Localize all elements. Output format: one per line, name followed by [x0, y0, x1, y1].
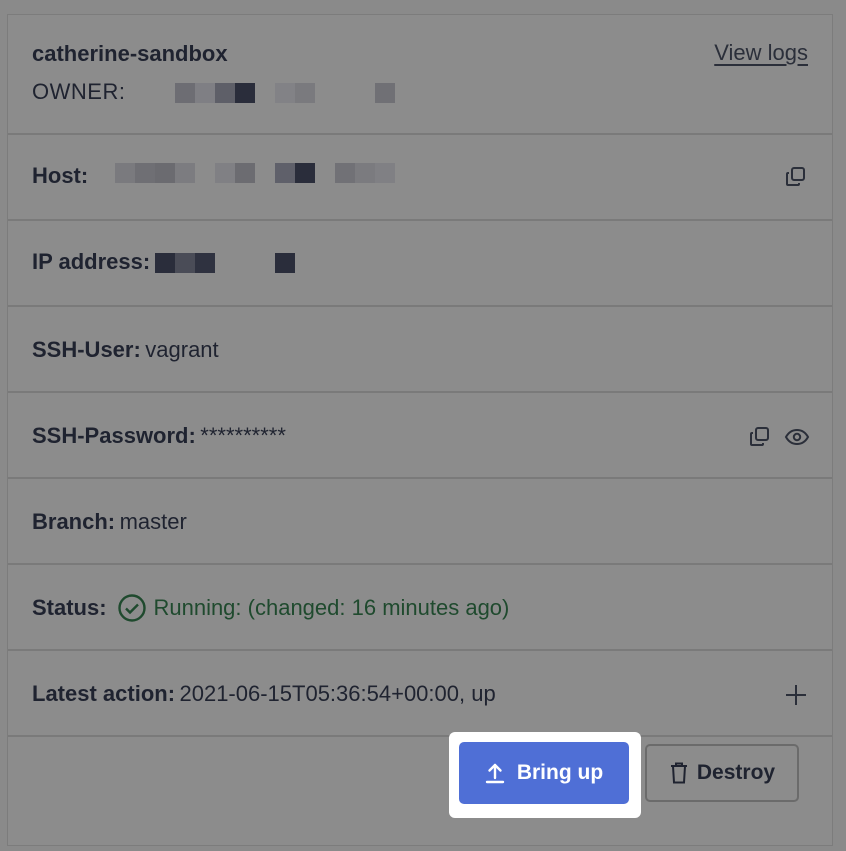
ip-row: IP address:: [8, 219, 832, 305]
sandbox-card: catherine-sandbox OWNER: View logs Host:: [7, 14, 833, 846]
status-value: Running: (changed: 16 minutes ago): [153, 595, 510, 620]
latest-action-label: Latest action:: [32, 681, 176, 706]
trash-icon: [670, 762, 687, 784]
ssh-user-label: SSH-User:: [32, 337, 141, 362]
ip-label: IP address:: [32, 249, 151, 274]
owner-field: OWNER:: [32, 79, 395, 105]
branch-row: Branch: master: [8, 477, 832, 563]
copy-icon: [750, 427, 769, 446]
ssh-password-value: **********: [200, 423, 286, 448]
destroy-label: Destroy: [696, 761, 776, 784]
host-row: Host:: [8, 133, 832, 219]
host-label: Host:: [32, 163, 89, 188]
bring-up-highlight: Bring up: [449, 732, 641, 818]
reveal-password-button[interactable]: [784, 425, 810, 451]
check-circle-icon: [118, 594, 146, 622]
ssh-password-row: SSH-Password: **********: [8, 391, 832, 477]
copy-icon: [786, 167, 805, 186]
owner-label: OWNER:: [32, 79, 126, 104]
latest-action-value: 2021-06-15T05:36:54+00:00, up: [179, 681, 496, 706]
upload-icon: [485, 763, 505, 784]
branch-label: Branch:: [32, 509, 116, 534]
bring-up-label: Bring up: [516, 761, 604, 784]
ssh-password-label: SSH-Password:: [32, 423, 196, 448]
status-row: Status: Running: (changed: 16 minutes ag…: [8, 563, 832, 649]
ssh-user-row: SSH-User: vagrant: [8, 305, 832, 391]
branch-value: master: [119, 509, 187, 534]
latest-action-row: Latest action: 2021-06-15T05:36:54+00:00…: [8, 649, 832, 735]
plus-icon: [786, 685, 806, 705]
destroy-button[interactable]: Destroy: [645, 744, 799, 802]
copy-host-button[interactable]: [784, 165, 810, 191]
copy-password-button[interactable]: [748, 425, 774, 451]
view-logs-link[interactable]: View logs: [714, 40, 808, 66]
status-label: Status:: [32, 595, 107, 620]
card-header: catherine-sandbox OWNER: View logs: [8, 15, 832, 133]
expand-action-button[interactable]: [784, 683, 810, 709]
sandbox-title: catherine-sandbox: [32, 41, 228, 66]
eye-icon: [784, 428, 810, 446]
bring-up-button[interactable]: Bring up: [459, 742, 629, 804]
ssh-user-value: vagrant: [145, 337, 219, 362]
